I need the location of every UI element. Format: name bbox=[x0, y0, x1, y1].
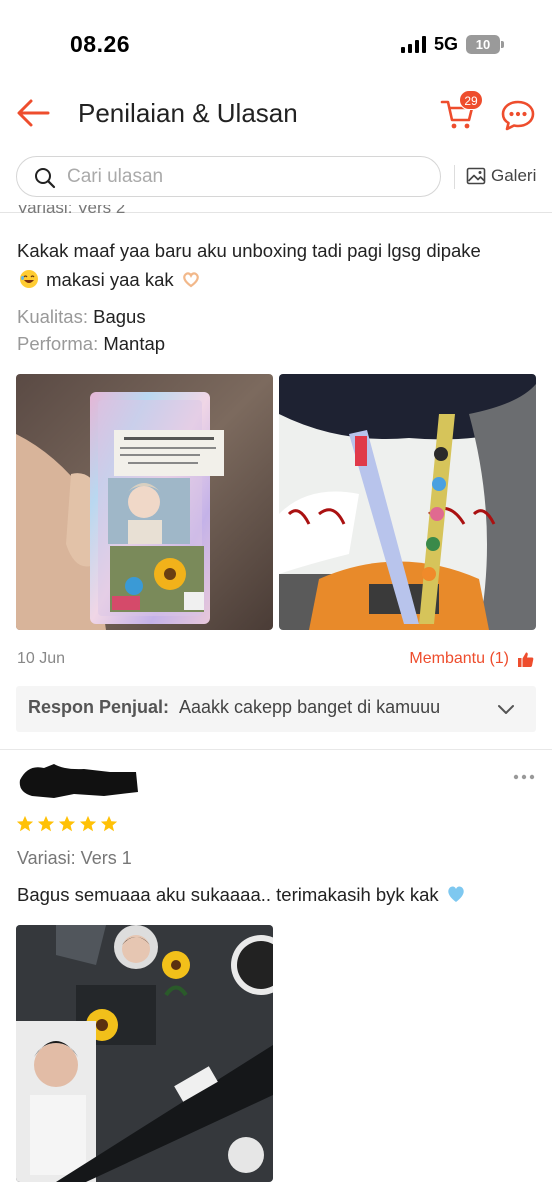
star-icon bbox=[16, 815, 34, 832]
chevron-down-icon[interactable] bbox=[496, 700, 516, 718]
gallery-icon bbox=[466, 167, 486, 185]
review-photo-1[interactable] bbox=[16, 374, 273, 630]
star-icon bbox=[79, 815, 97, 832]
gallery-label: Galeri bbox=[491, 166, 537, 185]
cart-count-badge: 29 bbox=[459, 90, 483, 110]
variant-label-clipped: Variasi: Vers 2 bbox=[17, 205, 126, 217]
star-icon bbox=[58, 815, 76, 832]
star-icon bbox=[100, 815, 118, 832]
review-photo-3[interactable] bbox=[16, 925, 273, 1182]
signal-icon bbox=[400, 36, 426, 53]
review-divider bbox=[0, 749, 552, 750]
page-title: Penilaian & Ulasan bbox=[78, 98, 298, 128]
status-indicators: 5G 10 bbox=[400, 34, 504, 55]
network-type: 5G bbox=[433, 34, 458, 54]
search-input[interactable] bbox=[67, 163, 427, 191]
review-text-line1: Kakak maaf yaa baru aku unboxing tadi pa… bbox=[17, 240, 481, 261]
performance-key: Performa: bbox=[17, 333, 99, 354]
status-bar: 08.26 5G 10 bbox=[0, 0, 552, 84]
performance-value: Mantap bbox=[103, 333, 166, 354]
quality-key: Kualitas: bbox=[17, 306, 88, 327]
review-text-2-content: Bagus semuaaa aku sukaaaa.. terimakasih … bbox=[17, 884, 439, 905]
search-row: Galeri bbox=[0, 156, 552, 200]
app-header: Penilaian & Ulasan 29 bbox=[0, 84, 552, 142]
helpful-label: Membantu (1) bbox=[409, 650, 509, 667]
gallery-button[interactable]: Galeri bbox=[466, 166, 536, 186]
laughing-emoji-icon bbox=[20, 270, 38, 288]
thumb-up-icon bbox=[518, 652, 534, 667]
variant-label: Variasi: Vers 1 bbox=[17, 848, 132, 868]
star-rating bbox=[16, 815, 118, 833]
review-date: 10 Jun bbox=[17, 650, 66, 667]
seller-response-label: Respon Penjual: bbox=[28, 697, 170, 717]
seller-response-text: Aaakk cakepp banget di kamuuu bbox=[179, 697, 441, 717]
blue-heart-emoji-icon bbox=[448, 886, 464, 902]
search-box[interactable] bbox=[16, 156, 441, 197]
helpful-button[interactable]: Membantu (1) bbox=[409, 650, 534, 668]
more-icon[interactable] bbox=[512, 768, 536, 786]
review-text-2: Bagus semuaaa aku sukaaaa.. terimakasih … bbox=[17, 880, 537, 909]
status-time: 08.26 bbox=[70, 31, 131, 57]
heart-hands-emoji-icon bbox=[182, 272, 199, 288]
battery-level: 10 bbox=[466, 35, 500, 54]
performance-attribute: Performa: Mantap bbox=[17, 333, 165, 355]
quality-attribute: Kualitas: Bagus bbox=[17, 306, 146, 328]
seller-response[interactable]: Respon Penjual: Aaakk cakepp banget di k… bbox=[16, 686, 536, 732]
chat-icon[interactable] bbox=[500, 98, 536, 132]
battery-icon: 10 bbox=[466, 35, 504, 54]
back-arrow-icon[interactable] bbox=[14, 94, 52, 132]
redacted-username bbox=[19, 764, 138, 798]
review-text: Kakak maaf yaa baru aku unboxing tadi pa… bbox=[17, 236, 537, 294]
search-icon bbox=[35, 168, 56, 189]
review-text-line2: makasi yaa kak bbox=[46, 269, 174, 290]
divider bbox=[454, 165, 455, 189]
star-icon bbox=[37, 815, 55, 832]
quality-value: Bagus bbox=[93, 306, 146, 327]
review-photo-2[interactable] bbox=[279, 374, 536, 630]
